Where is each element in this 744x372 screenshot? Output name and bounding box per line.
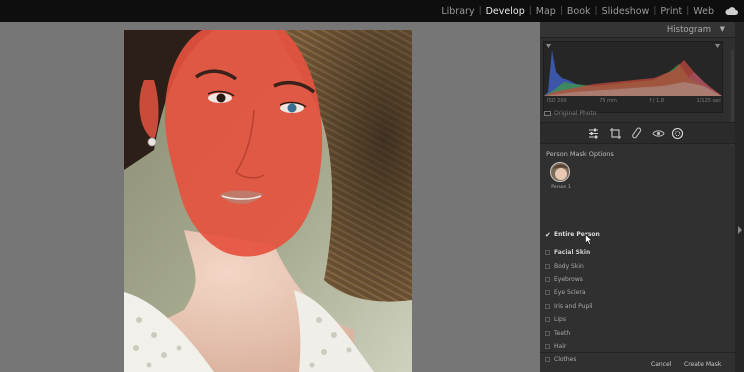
collapse-arrow-icon[interactable] [738, 226, 742, 234]
develop-tool-strip [540, 122, 735, 144]
checkbox-icon[interactable] [545, 249, 550, 255]
option-label: Iris and Pupil [554, 302, 593, 310]
avatar [551, 163, 569, 181]
histogram-graph[interactable]: ISO 200 75 mm f / 1.8 1/125 sec [543, 41, 723, 113]
option-iris-and-pupil[interactable]: Iris and Pupil [545, 301, 593, 311]
option-facial-skin[interactable]: Facial Skin [545, 247, 590, 257]
exif-shutter: 1/125 sec [696, 98, 721, 104]
photo-canvas[interactable] [0, 22, 540, 372]
chevron-down-icon[interactable]: ▼ [720, 25, 725, 33]
option-eyebrows[interactable]: Eyebrows [545, 274, 583, 284]
option-label: Hair [554, 342, 567, 350]
module-picker: Library | Develop | Map | Book | Slidesh… [437, 0, 718, 22]
option-hair[interactable]: Hair [545, 341, 566, 351]
exif-focal: 75 mm [599, 98, 617, 104]
checkbox-icon[interactable] [544, 111, 551, 116]
module-print[interactable]: Print [656, 6, 686, 17]
option-teeth[interactable]: Teeth [545, 328, 570, 338]
option-body-skin[interactable]: Body Skin [545, 261, 584, 271]
checkmark-icon: ✔ [545, 230, 551, 239]
module-library[interactable]: Library [437, 6, 478, 17]
right-panel: Histogram ▼ ISO 200 75 mm f / 1.8 1/125 … [540, 22, 744, 372]
healing-icon[interactable] [631, 127, 644, 140]
option-label: Teeth [554, 329, 571, 337]
red-eye-icon[interactable] [652, 127, 665, 140]
portrait-photo[interactable] [124, 30, 412, 372]
option-label: Facial Skin [554, 248, 591, 256]
checkbox-icon[interactable] [545, 316, 550, 322]
panel-edge[interactable] [735, 22, 744, 372]
checkbox-icon[interactable] [545, 303, 550, 309]
histogram-title: Histogram [666, 25, 711, 35]
module-book[interactable]: Book [563, 6, 595, 17]
mouse-cursor-icon [585, 234, 593, 245]
exif-aperture: f / 1.8 [649, 98, 665, 104]
masking-icon[interactable] [671, 127, 684, 140]
histogram-header[interactable]: Histogram ▼ [540, 22, 735, 38]
cloud-sync-icon[interactable] [725, 6, 738, 16]
portrait-image [124, 30, 412, 372]
checkbox-icon[interactable] [545, 276, 550, 282]
option-eye-sclera[interactable]: Eye Sclera [545, 287, 586, 297]
exif-iso: ISO 200 [547, 98, 567, 104]
earring [147, 137, 157, 147]
checkbox-icon[interactable] [545, 263, 550, 269]
option-label: Lips [554, 315, 566, 323]
highlight-clipping-icon[interactable] [715, 44, 720, 48]
checkbox-icon[interactable] [545, 330, 550, 336]
option-lips[interactable]: Lips [545, 314, 566, 324]
module-bar: Library | Develop | Map | Book | Slidesh… [0, 0, 744, 22]
crop-icon[interactable] [609, 127, 622, 140]
create-mask-button[interactable]: Create Mask [684, 361, 721, 368]
module-develop[interactable]: Develop [482, 6, 529, 17]
person-mask-options-panel: Person Mask Options Person 1 ✔ Entire Pe… [540, 145, 735, 372]
checkbox-icon[interactable] [545, 289, 550, 295]
module-web[interactable]: Web [689, 6, 718, 17]
checkbox-icon[interactable] [545, 343, 550, 349]
shadow-clipping-icon[interactable] [546, 44, 551, 48]
module-map[interactable]: Map [532, 6, 560, 17]
module-slideshow[interactable]: Slideshow [598, 6, 654, 17]
panel-title: Person Mask Options [546, 150, 614, 158]
person-thumbnail[interactable] [550, 162, 570, 182]
edit-sliders-icon[interactable] [587, 127, 600, 140]
histogram-curves [544, 44, 722, 96]
exif-info: ISO 200 75 mm f / 1.8 1/125 sec [547, 98, 721, 104]
original-photo-toggle[interactable]: Original Photo [544, 110, 597, 117]
original-photo-label: Original Photo [554, 110, 597, 117]
option-label: Eyebrows [554, 275, 583, 283]
option-label: Body Skin [554, 262, 584, 270]
option-label: Eye Sclera [554, 288, 586, 296]
cancel-button[interactable]: Cancel [651, 361, 671, 368]
person-label: Person 1 [551, 185, 571, 190]
panel-footer: Cancel Create Mask [540, 352, 735, 372]
lightroom-window: Library | Develop | Map | Book | Slidesh… [0, 0, 744, 372]
